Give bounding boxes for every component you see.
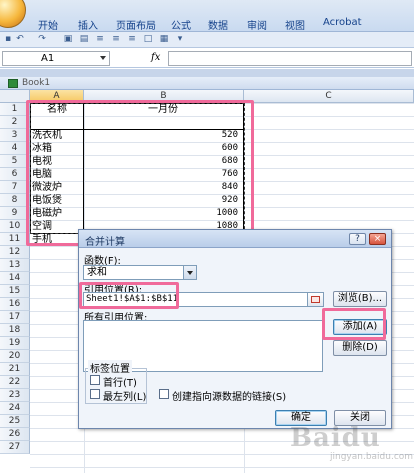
- quick-access-toolbar: ▪ ↶ ↷ ▣ ▤ ≡ ≡ ≡ □ ▦ ▾: [0, 32, 414, 48]
- name-box-dropdown-icon[interactable]: [100, 56, 106, 60]
- dialog-title: 合并计算: [85, 237, 125, 248]
- align-right-icon[interactable]: ≡: [126, 34, 138, 45]
- chevron-down-icon[interactable]: [183, 266, 196, 279]
- tab-formulas[interactable]: 公式: [171, 17, 191, 32]
- reference-input[interactable]: Sheet1!$A$1:$B$11: [83, 292, 323, 307]
- workspace-gap: [0, 69, 414, 77]
- left-column-checkbox[interactable]: [90, 389, 100, 399]
- formula-bar: A1 fx: [0, 50, 414, 68]
- close-icon[interactable]: ×: [369, 233, 386, 245]
- watermark-logo: Baidu: [290, 423, 381, 453]
- watermark-url: jingyan.baidu.com: [330, 452, 414, 462]
- tab-page-layout[interactable]: 页面布局: [116, 17, 156, 32]
- row-header[interactable]: 20: [0, 350, 30, 363]
- tab-view[interactable]: 视图: [285, 17, 305, 32]
- tab-insert[interactable]: 插入: [78, 17, 98, 32]
- link-source-checkbox[interactable]: [159, 389, 169, 399]
- help-icon[interactable]: ?: [349, 233, 366, 245]
- tab-data[interactable]: 数据: [208, 17, 228, 32]
- workbook-icon: [8, 79, 18, 88]
- tab-acrobat[interactable]: Acrobat: [323, 17, 362, 28]
- delete-button[interactable]: 删除(D): [333, 340, 387, 356]
- row-header[interactable]: 19: [0, 337, 30, 350]
- table-icon[interactable]: ▦: [158, 34, 170, 45]
- row-header[interactable]: 21: [0, 363, 30, 376]
- save-icon[interactable]: ▪: [2, 34, 14, 45]
- align-left-icon[interactable]: ≡: [94, 34, 106, 45]
- row-header[interactable]: 23: [0, 389, 30, 402]
- row-header[interactable]: 13: [0, 259, 30, 272]
- name-box[interactable]: A1: [2, 51, 110, 66]
- row-header[interactable]: 17: [0, 311, 30, 324]
- collapse-ref-icon[interactable]: [307, 292, 324, 307]
- dialog-titlebar: 合并计算 ? ×: [79, 230, 391, 248]
- row-header[interactable]: 27: [0, 441, 30, 454]
- align-center-icon[interactable]: ≡: [110, 34, 122, 45]
- workbook-titlebar: Book1: [0, 77, 414, 90]
- link-source-label: 创建指向源数据的链接(S): [172, 392, 287, 403]
- row-header[interactable]: 15: [0, 285, 30, 298]
- workbook-title: Book1: [22, 78, 51, 88]
- browse-button[interactable]: 浏览(B)...: [333, 291, 387, 307]
- customize-qat-icon[interactable]: ▾: [174, 34, 186, 45]
- ribbon-tab-bar: 开始 插入 页面布局 公式 数据 审阅 视图 Acrobat: [0, 0, 414, 32]
- row-header[interactable]: 26: [0, 428, 30, 441]
- left-column-label: 最左列(L): [103, 392, 147, 403]
- tab-home[interactable]: 开始: [38, 17, 58, 32]
- row-header[interactable]: 12: [0, 246, 30, 259]
- column-header-c[interactable]: C: [244, 90, 414, 103]
- office-button-icon[interactable]: [0, 0, 26, 28]
- top-row-checkbox[interactable]: [90, 375, 100, 385]
- consolidate-dialog: 合并计算 ? × 函数(F): 求和 引用位置(R): Sheet1!$A$1:…: [78, 229, 392, 429]
- redo-icon[interactable]: ↷: [36, 34, 48, 45]
- highlight-table: [26, 100, 254, 246]
- tab-review[interactable]: 审阅: [247, 17, 267, 32]
- label-position-label: 标签位置: [88, 360, 132, 375]
- top-row-label: 首行(T): [103, 378, 137, 389]
- row-header[interactable]: 25: [0, 415, 30, 428]
- row-header[interactable]: 16: [0, 298, 30, 311]
- print-icon[interactable]: ▤: [78, 34, 90, 45]
- function-value: 求和: [87, 267, 107, 278]
- add-button[interactable]: 添加(A): [333, 319, 387, 335]
- border-icon[interactable]: □: [142, 34, 154, 45]
- undo-icon[interactable]: ↶: [14, 34, 26, 45]
- row-header[interactable]: 22: [0, 376, 30, 389]
- formula-input[interactable]: [168, 51, 412, 66]
- row-header[interactable]: 24: [0, 402, 30, 415]
- function-select[interactable]: 求和: [83, 265, 197, 280]
- row-header[interactable]: 18: [0, 324, 30, 337]
- row-header[interactable]: 14: [0, 272, 30, 285]
- insert-function-icon[interactable]: fx: [151, 52, 160, 63]
- format-painter-icon[interactable]: ▣: [62, 34, 74, 45]
